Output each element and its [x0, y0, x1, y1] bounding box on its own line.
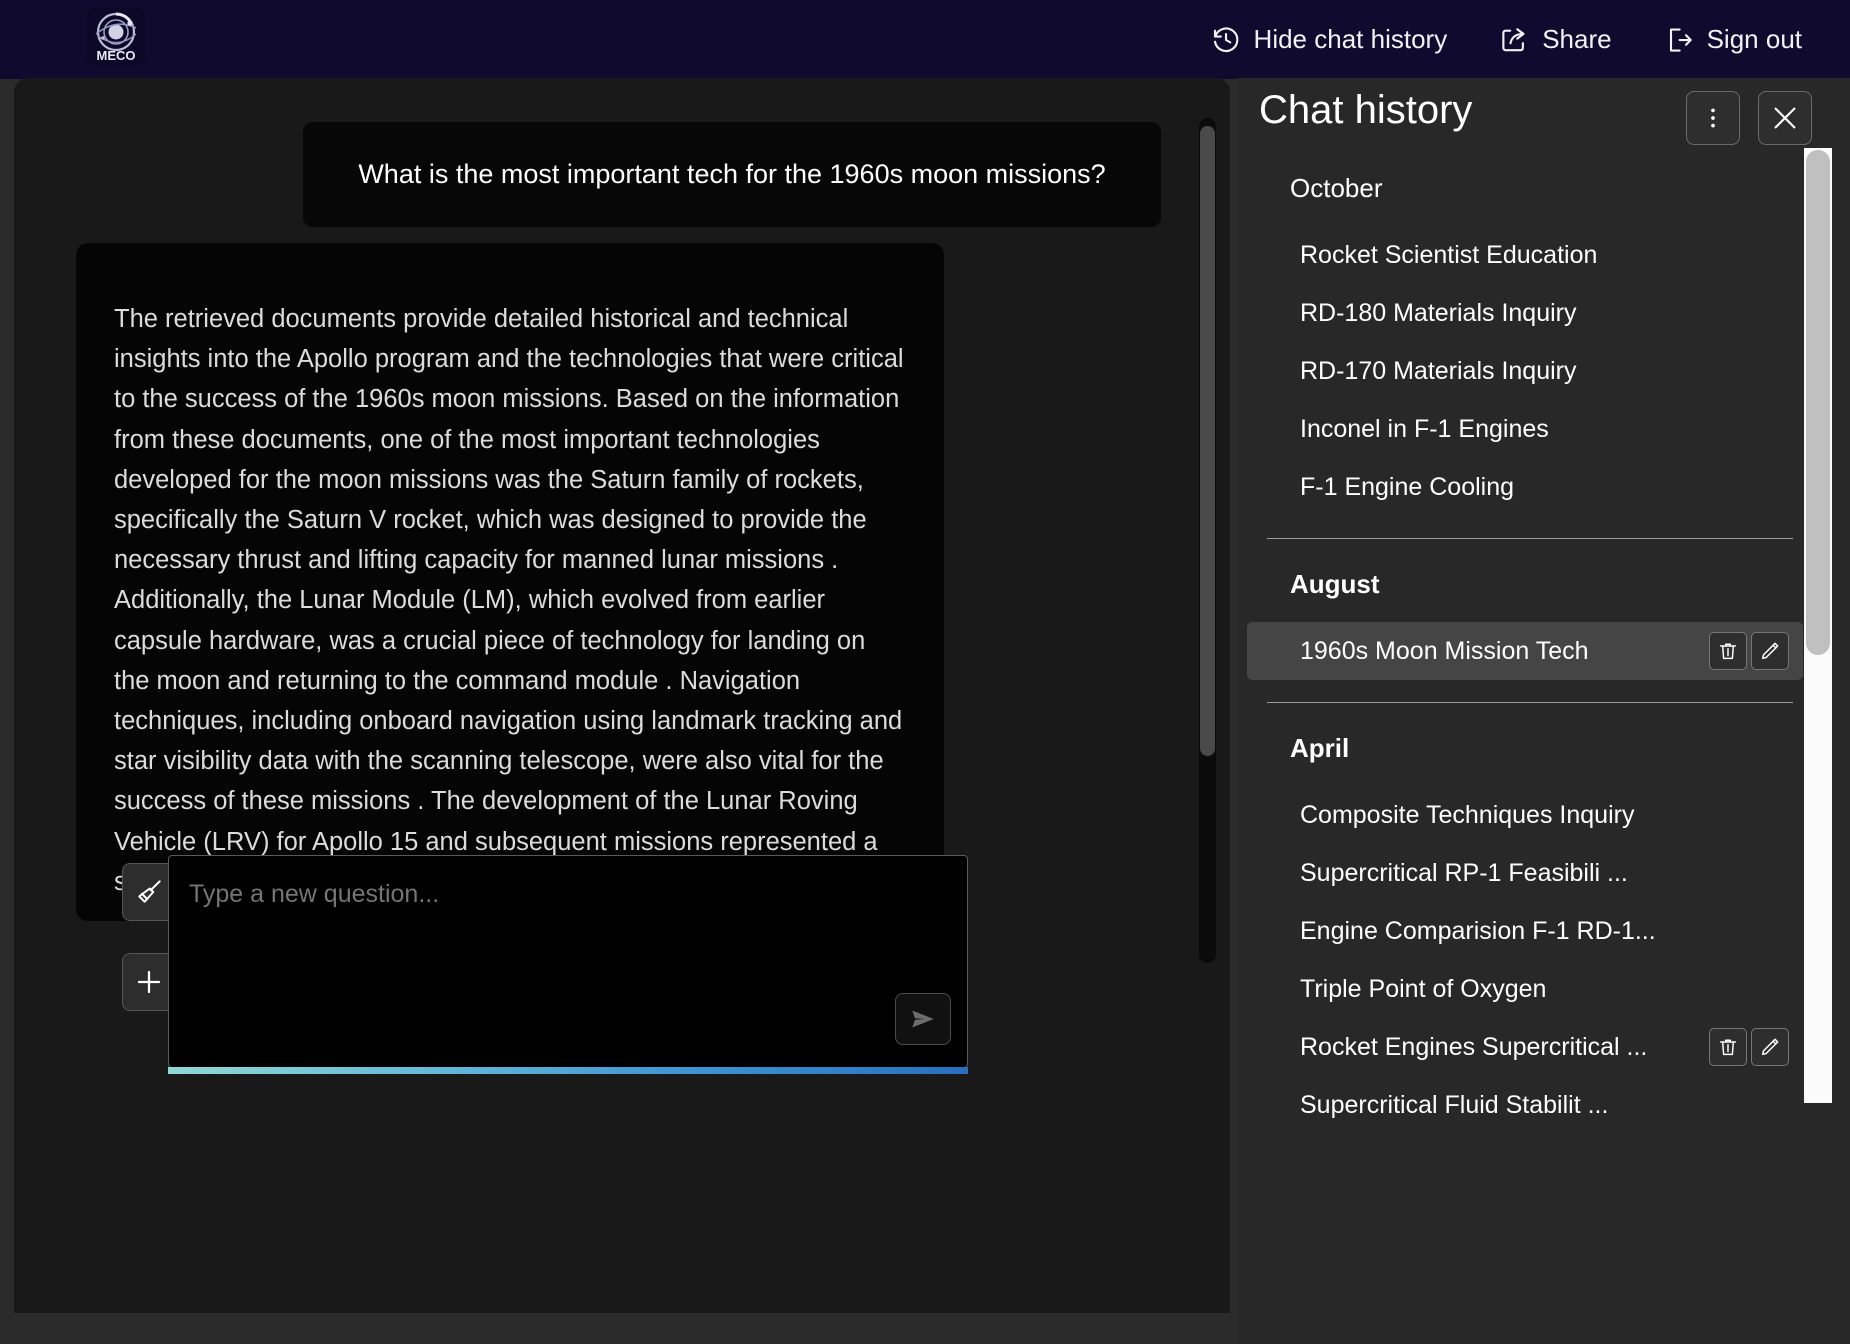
- chat-panel: What is the most important tech for the …: [14, 78, 1230, 1313]
- history-item-label: RD-180 Materials Inquiry: [1300, 298, 1577, 327]
- send-arrow-icon: [912, 1010, 934, 1028]
- history-group-label-april: April: [1290, 733, 1350, 763]
- history-item-actions: [1709, 632, 1789, 670]
- more-vertical-icon: [1711, 108, 1715, 128]
- history-item-label: Supercritical RP-1 Feasibili ...: [1300, 858, 1628, 887]
- chat-scrollbar[interactable]: [1199, 118, 1216, 963]
- pencil-icon: [1761, 642, 1779, 660]
- app-header: MECO Hide chat history Share Sign out: [0, 0, 1850, 79]
- hide-chat-history-button[interactable]: Hide chat history: [1185, 16, 1474, 63]
- input-focus-underline: [168, 1067, 968, 1074]
- meco-logo: MECO: [87, 7, 145, 67]
- close-icon: [1774, 107, 1796, 129]
- history-item-delete-button[interactable]: [1709, 1028, 1747, 1066]
- history-item-edit-button[interactable]: [1751, 632, 1789, 670]
- chat-history-title: Chat history: [1259, 88, 1473, 132]
- history-clock-icon: [1211, 25, 1241, 55]
- header-actions: Hide chat history Share Sign out: [1185, 0, 1828, 79]
- history-item-label: Inconel in F-1 Engines: [1300, 414, 1549, 443]
- user-question-text: What is the most important tech for the …: [358, 158, 1106, 189]
- share-icon: [1499, 25, 1529, 55]
- sign-out-label: Sign out: [1706, 24, 1802, 54]
- share-button[interactable]: Share: [1473, 16, 1637, 63]
- history-item-delete-button[interactable]: [1709, 632, 1747, 670]
- question-input[interactable]: [169, 856, 967, 1046]
- svg-text:MECO: MECO: [97, 48, 136, 63]
- sign-out-button[interactable]: Sign out: [1638, 16, 1828, 63]
- sign-out-icon: [1664, 25, 1694, 55]
- history-item-rocket-engines-supercritical[interactable]: Rocket Engines Supercritical ...: [1247, 1018, 1803, 1076]
- trash-icon: [1719, 643, 1737, 660]
- history-item-rd-180-materials-inquiry[interactable]: RD-180 Materials Inquiry: [1247, 284, 1803, 342]
- history-item-label: Rocket Engines Supercritical ...: [1300, 1032, 1648, 1061]
- history-item-rd-170-materials-inquiry[interactable]: RD-170 Materials Inquiry: [1247, 342, 1803, 400]
- chat-messages-region: What is the most important tech for the …: [14, 78, 1230, 978]
- assistant-answer-text: The retrieved documents provide detailed…: [114, 305, 904, 896]
- history-item-engine-comparision-f-1-rd-1[interactable]: Engine Comparision F-1 RD-1...: [1247, 902, 1803, 960]
- chat-history-scrollbar-thumb[interactable]: [1806, 150, 1830, 655]
- history-item-f-1-engine-cooling[interactable]: F-1 Engine Cooling: [1247, 458, 1803, 516]
- chat-history-menu-button[interactable]: [1686, 91, 1740, 145]
- assistant-answer-bubble: The retrieved documents provide detailed…: [76, 243, 944, 921]
- history-item-inconel-in-f-1-engines[interactable]: Inconel in F-1 Engines: [1247, 400, 1803, 458]
- history-item-composite-techniques-inquiry[interactable]: Composite Techniques Inquiry: [1247, 786, 1803, 844]
- history-item-actions: [1709, 1028, 1789, 1066]
- history-item-supercritical-fluid-stability[interactable]: Supercritical Fluid Stabilit ...: [1247, 1076, 1803, 1134]
- history-item-label: Triple Point of Oxygen: [1300, 974, 1547, 1003]
- history-item-label: Composite Techniques Inquiry: [1300, 800, 1635, 829]
- history-item-edit-button[interactable]: [1751, 1028, 1789, 1066]
- plus-icon: [137, 970, 161, 994]
- history-group-label-august: August: [1290, 569, 1380, 599]
- chat-history-panel: Chat history October Rocket Scientist Ed…: [1237, 78, 1850, 1344]
- history-item-label: Engine Comparision F-1 RD-1...: [1300, 916, 1656, 945]
- history-item-label: 1960s Moon Mission Tech: [1300, 636, 1589, 665]
- chat-history-scrollbar[interactable]: [1804, 148, 1832, 1103]
- history-item-label: F-1 Engine Cooling: [1300, 472, 1515, 501]
- chat-history-header: Chat history: [1237, 78, 1850, 156]
- composer: [122, 855, 1122, 1095]
- question-input-wrapper[interactable]: [168, 855, 968, 1068]
- trash-icon: [1719, 1039, 1737, 1056]
- history-item-rocket-scientist-education[interactable]: Rocket Scientist Education: [1247, 226, 1803, 284]
- broom-icon: [138, 880, 161, 903]
- hide-chat-history-label: Hide chat history: [1253, 24, 1448, 54]
- history-item-label: Rocket Scientist Education: [1300, 240, 1598, 269]
- chat-scrollbar-thumb[interactable]: [1200, 126, 1215, 756]
- history-item-label: RD-170 Materials Inquiry: [1300, 356, 1577, 385]
- share-label: Share: [1542, 24, 1612, 54]
- history-item-1960s-moon-mission-tech[interactable]: 1960s Moon Mission Tech: [1247, 622, 1803, 680]
- meco-logo-icon: MECO: [95, 12, 137, 63]
- user-question-bubble: What is the most important tech for the …: [303, 122, 1161, 227]
- chat-history-list[interactable]: October Rocket Scientist Education RD-18…: [1237, 173, 1807, 1343]
- history-item-triple-point-of-oxygen[interactable]: Triple Point of Oxygen: [1247, 960, 1803, 1018]
- history-item-supercritical-rp-1-feasibility[interactable]: Supercritical RP-1 Feasibili ...: [1247, 844, 1803, 902]
- pencil-icon: [1761, 1038, 1779, 1056]
- chat-history-close-button[interactable]: [1758, 91, 1812, 145]
- history-group-label-october: October: [1290, 173, 1383, 203]
- history-item-label: Supercritical Fluid Stabilit ...: [1300, 1090, 1609, 1119]
- send-button[interactable]: [895, 993, 951, 1045]
